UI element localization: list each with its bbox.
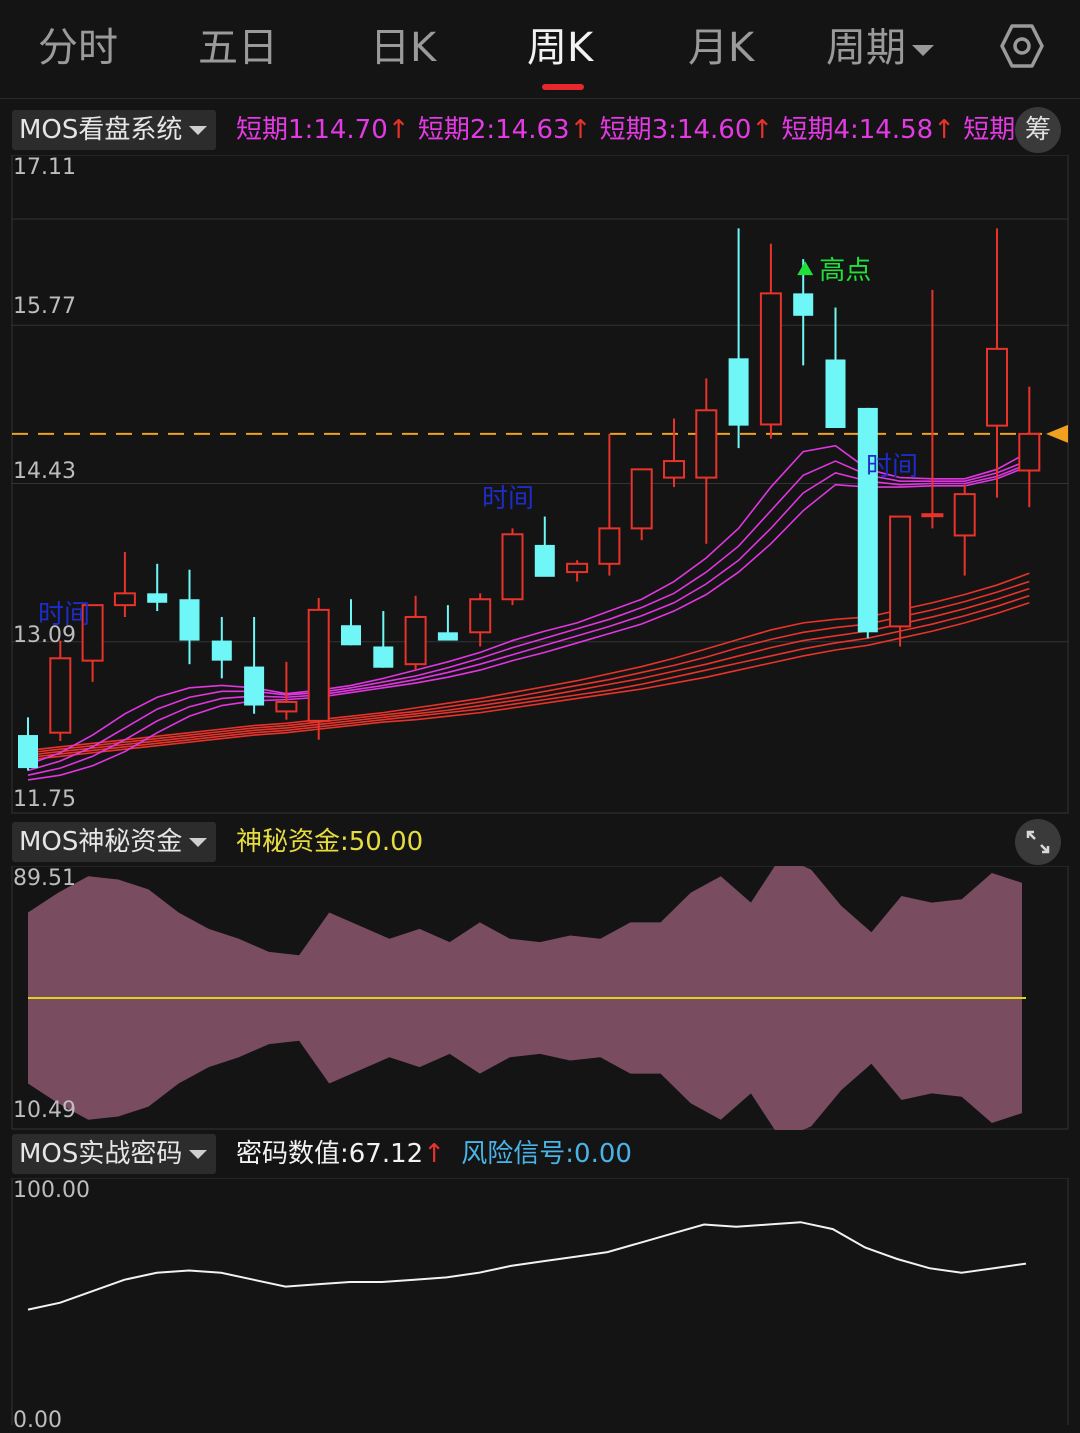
candle-body: [534, 544, 555, 577]
candle-body: [728, 358, 749, 426]
y-axis-label: 13.09: [13, 623, 76, 648]
time-annotation: 时间: [866, 452, 918, 482]
tab-five-day[interactable]: 五日: [198, 18, 278, 78]
panel3-indicator-name: MOS实战密码: [19, 1139, 183, 1169]
ma-long-line: [27, 587, 1030, 756]
candle-body: [275, 700, 298, 713]
y-axis-label: 15.77: [13, 294, 76, 319]
dropdown-icon: [189, 838, 208, 847]
tab-daily-k[interactable]: 日K: [370, 18, 436, 78]
time-annotation: 时间: [482, 484, 534, 514]
candle-body: [986, 347, 1008, 427]
candle-body: [501, 533, 524, 601]
legend-ma5: 短期5: [963, 115, 1014, 145]
legend-risk-signal: 风险信号:0.00: [461, 1139, 632, 1169]
candle-body: [630, 468, 653, 530]
panel2-indicator-selector[interactable]: MOS神秘资金: [12, 822, 217, 862]
tab-monthly-k[interactable]: 月K: [688, 18, 754, 78]
y-axis-label: 89.51: [13, 866, 76, 891]
legend-code-value: 密码数值:67.12↑: [236, 1139, 445, 1169]
y-axis-label: 14.43: [13, 459, 76, 484]
y-axis-label: 0.00: [13, 1408, 62, 1433]
legend-ma3: 短期3:14.60↑: [599, 115, 774, 145]
panel2-indicator-name: MOS神秘资金: [19, 827, 183, 857]
candle-body: [373, 646, 394, 668]
candle-body: [889, 515, 912, 628]
main-indicator-name: MOS看盘系统: [19, 115, 183, 145]
candle-body: [1018, 432, 1041, 472]
chip-distribution-button[interactable]: 筹: [1015, 107, 1061, 153]
candle-body: [437, 632, 458, 641]
candle-body: [759, 292, 782, 426]
high-point-label: 高点: [819, 256, 871, 286]
divider: [0, 98, 1080, 99]
expand-icon: [1026, 830, 1050, 854]
candle-body: [244, 666, 265, 706]
settings-icon[interactable]: [998, 22, 1046, 70]
y-axis-label: 11.75: [13, 787, 76, 812]
candle-body: [469, 598, 492, 634]
candle-body: [921, 513, 944, 518]
candle-body: [341, 625, 361, 646]
candle-body: [404, 615, 427, 666]
main-legend: 短期1:14.70↑ 短期2:14.63↑ 短期3:14.60↑ 短期4:14.…: [236, 110, 1014, 150]
y-axis-label: 10.49: [13, 1098, 76, 1123]
candle-body: [49, 657, 72, 734]
candle-body: [695, 409, 718, 479]
mysterious-fund-chart[interactable]: [0, 866, 1080, 1130]
candle-body: [211, 640, 232, 661]
current-price-marker-icon: [1046, 424, 1068, 443]
candlestick-chart[interactable]: 高点时间时间时间: [0, 155, 1080, 815]
panel3-legend: 密码数值:67.12↑ 风险信号:0.00: [236, 1134, 632, 1174]
candle-body: [598, 527, 621, 565]
main-indicator-selector[interactable]: MOS看盘系统: [12, 110, 217, 150]
candle-body: [825, 359, 846, 428]
legend-ma1: 短期1:14.70↑: [236, 115, 410, 145]
candle-body: [147, 593, 168, 603]
panel2-legend: 神秘资金:50.00: [236, 827, 424, 857]
candle-body: [857, 407, 878, 633]
ma-long-line: [27, 580, 1030, 754]
high-point-icon: [797, 261, 814, 276]
tab-timeshare[interactable]: 分时: [38, 18, 118, 78]
candle-body: [566, 562, 589, 574]
legend-ma4: 短期4:14.58↑: [781, 115, 955, 145]
y-axis-label: 17.11: [13, 155, 76, 180]
legend-ma2: 短期2:14.63↑: [417, 115, 592, 145]
chart-frame: [11, 1178, 1069, 1425]
y-axis-label: 100.00: [13, 1178, 90, 1203]
candle-body: [113, 592, 136, 607]
ma-long-line: [27, 572, 1030, 752]
tab-period-label: 周期: [826, 25, 906, 71]
tab-period-dropdown[interactable]: 周期: [826, 18, 934, 78]
code-value-line: [27, 1221, 1027, 1311]
candle-body: [307, 608, 330, 722]
panel3-indicator-selector[interactable]: MOS实战密码: [12, 1134, 217, 1174]
combat-code-chart[interactable]: [0, 1178, 1080, 1425]
candle-body: [18, 735, 38, 769]
candle-body: [663, 460, 685, 479]
tab-weekly-k[interactable]: 周K: [527, 18, 593, 78]
period-tab-bar: 分时 五日 日K 周K 月K 周期: [0, 0, 1080, 96]
candle-body: [793, 293, 814, 316]
chevron-down-icon: [912, 44, 934, 56]
dropdown-icon: [189, 1150, 208, 1159]
candle-body: [179, 599, 200, 641]
candle-body: [953, 493, 976, 537]
dropdown-icon: [189, 126, 208, 135]
expand-panel-button[interactable]: [1015, 819, 1061, 865]
active-tab-indicator: [542, 84, 584, 90]
